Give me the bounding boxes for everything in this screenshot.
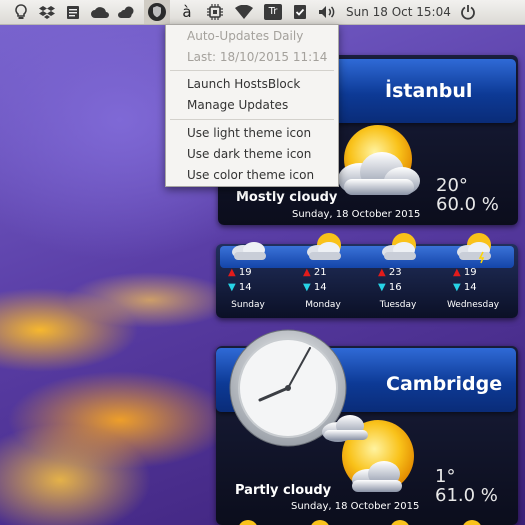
forecast-day: Monday	[305, 300, 341, 310]
accent-a-icon[interactable]: à	[176, 0, 198, 24]
hostsblock-menu: Auto-Updates Daily Last: 18/10/2015 11:1…	[165, 24, 339, 187]
forecast-low: ▼ 14	[303, 282, 327, 293]
istanbul-humidity: 60.0 %	[436, 194, 499, 215]
high-arrow-icon: ▲	[453, 267, 461, 278]
forecast-low-value: 14	[313, 282, 327, 293]
checklist-icon[interactable]	[290, 0, 310, 24]
cambridge-condition: Partly cloudy	[235, 483, 332, 498]
menu-item-color-theme[interactable]: Use color theme icon	[166, 165, 338, 186]
cloud-icon	[232, 242, 266, 260]
sun-cloud-icon	[338, 125, 420, 195]
forecast-low: ▼ 14	[453, 282, 477, 293]
cambridge-weather-widget: Cambridge Partly cloudy 1° 61.0 % Sunday…	[216, 329, 518, 525]
top-panel: à Tr Sun 18 Oct 15:04	[0, 0, 525, 25]
cambridge-humidity: 61.0 %	[435, 485, 498, 506]
forecast-high-value: 23	[388, 267, 402, 278]
menu-item-light-theme[interactable]: Use light theme icon	[166, 123, 338, 144]
cambridge-temperature: 1°	[435, 466, 456, 487]
clock[interactable]: Sun 18 Oct 15:04	[346, 5, 451, 19]
high-arrow-icon: ▲	[303, 267, 311, 278]
forecast-low-value: 14	[463, 282, 477, 293]
hostsblock-shield-icon[interactable]	[144, 0, 170, 24]
low-arrow-icon: ▼	[303, 282, 311, 293]
keyboard-layout-label: Tr	[264, 4, 282, 20]
forecast-high: ▲ 21	[303, 267, 327, 278]
cambridge-date: Sunday, 18 October 2015	[291, 501, 420, 512]
forecast-low-value: 16	[388, 282, 402, 293]
forecast-strip: ▲ 19 ▼ 14 Sunday ▲ 21 ▼ 14 Monday ▲ 23 ▼ 16 Tues…	[216, 233, 518, 318]
power-icon[interactable]	[457, 0, 479, 24]
forecast-day: Wednesday	[446, 300, 500, 310]
sun-cloud-icon	[382, 233, 416, 260]
clipboard-icon[interactable]	[62, 0, 84, 24]
low-arrow-icon: ▼	[453, 282, 461, 293]
istanbul-date: Sunday, 18 October 2015	[292, 209, 421, 220]
storm-icon	[457, 233, 491, 264]
forecast-low: ▼ 14	[228, 282, 252, 293]
chip-icon[interactable]	[204, 0, 226, 24]
forecast-low: ▼ 16	[378, 282, 402, 293]
menu-item-manage-updates[interactable]: Manage Updates	[166, 95, 338, 116]
lightbulb-icon[interactable]	[10, 0, 32, 24]
forecast-day: Sunday	[231, 300, 265, 310]
cambridge-city-name: Cambridge	[386, 373, 503, 395]
menu-item-dark-theme[interactable]: Use dark theme icon	[166, 144, 338, 165]
volume-icon[interactable]	[316, 0, 340, 24]
forecast-high-value: 19	[463, 267, 477, 278]
high-arrow-icon: ▲	[378, 267, 386, 278]
keyboard-layout-icon[interactable]: Tr	[262, 0, 284, 24]
forecast-high-value: 19	[238, 267, 252, 278]
istanbul-condition: Mostly cloudy	[236, 190, 338, 205]
weather-icon[interactable]	[116, 0, 138, 24]
istanbul-city-name: İstanbul	[385, 80, 473, 102]
partial-weather-icons	[239, 520, 481, 525]
forecast-day: Tuesday	[379, 300, 417, 310]
istanbul-temperature: 20°	[436, 175, 468, 196]
menu-separator	[170, 70, 334, 71]
forecast-high: ▲ 19	[453, 267, 477, 278]
high-arrow-icon: ▲	[228, 267, 236, 278]
forecast-high: ▲ 19	[228, 267, 252, 278]
accent-a-label: à	[182, 3, 192, 21]
cloud-icon[interactable]	[88, 0, 112, 24]
low-arrow-icon: ▼	[228, 282, 236, 293]
forecast-high: ▲ 23	[378, 267, 402, 278]
forecast-low-value: 14	[238, 282, 252, 293]
forecast-high-value: 21	[313, 267, 327, 278]
menu-separator	[170, 119, 334, 120]
menu-item-auto-updates: Auto-Updates Daily	[187, 29, 304, 43]
low-arrow-icon: ▼	[378, 282, 386, 293]
sun-cloud-icon	[307, 233, 341, 260]
wifi-icon[interactable]	[232, 0, 256, 24]
dropbox-icon[interactable]	[36, 0, 58, 24]
menu-item-launch-hostsblock[interactable]: Launch HostsBlock	[166, 74, 338, 95]
menu-item-last-update: Last: 18/10/2015 11:14	[187, 50, 328, 64]
